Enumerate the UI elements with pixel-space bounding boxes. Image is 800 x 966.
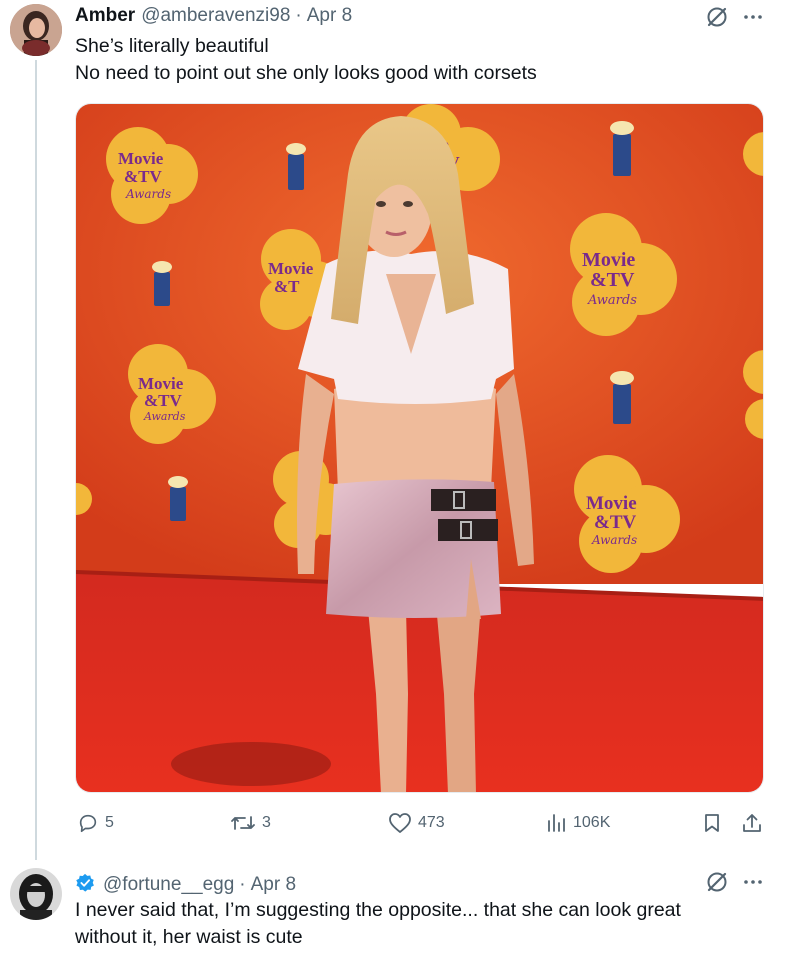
reply-icon (77, 812, 99, 834)
views-icon (545, 812, 567, 834)
avatar-image (10, 4, 62, 56)
tweet-action-bar: 5 3 473 106K (75, 812, 765, 838)
svg-text:Awards: Awards (125, 187, 171, 201)
svg-text:Movie: Movie (586, 493, 637, 514)
svg-text:Movie: Movie (268, 259, 314, 278)
reply-button[interactable]: 5 (77, 812, 114, 834)
reply-text-line: without it, her waist is cute (75, 926, 303, 948)
share-button[interactable] (741, 812, 763, 834)
grok-icon[interactable] (705, 5, 729, 29)
retweet-button[interactable]: 3 (230, 812, 271, 834)
svg-text:Movie: Movie (118, 149, 164, 168)
svg-text:Awards: Awards (591, 533, 637, 547)
svg-text:&T: &T (274, 277, 300, 296)
author-name[interactable]: Amber (75, 5, 135, 27)
reply-date[interactable]: Apr 8 (251, 874, 296, 896)
like-count: 473 (418, 814, 445, 831)
verified-badge-icon (75, 873, 95, 893)
like-button[interactable]: 473 (388, 812, 445, 834)
photo-image: Movie &TV Awards vie TV Movie &T Movie &… (76, 104, 763, 792)
share-icon (741, 812, 763, 834)
avatar-amber[interactable] (10, 4, 62, 56)
dot-separator: · (239, 874, 246, 895)
tweet-header: Amber @amberavenzi98 · Apr 8 (75, 5, 352, 27)
reply-header: @fortune__egg · Apr 8 (75, 870, 296, 896)
heart-icon (388, 812, 412, 834)
views-count: 106K (573, 814, 611, 831)
tweet-top-icons (705, 5, 765, 29)
bookmark-button[interactable] (701, 812, 723, 834)
avatar-image (10, 868, 62, 920)
reply-top-icons (705, 870, 765, 894)
svg-text:&TV: &TV (590, 269, 635, 291)
thread-line (35, 60, 37, 860)
svg-text:&TV: &TV (144, 391, 183, 410)
retweet-count: 3 (262, 814, 271, 831)
tweet-media-photo[interactable]: Movie &TV Awards vie TV Movie &T Movie &… (75, 103, 764, 793)
tweet-text-line: She’s literally beautiful (75, 35, 269, 57)
more-icon[interactable] (741, 5, 765, 29)
bookmark-icon (701, 812, 723, 834)
author-handle[interactable]: @amberavenzi98 (141, 5, 290, 27)
more-icon[interactable] (741, 870, 765, 894)
svg-text:&TV: &TV (594, 512, 637, 533)
tweet-text-line: No need to point out she only looks good… (75, 62, 537, 84)
svg-text:Awards: Awards (587, 293, 637, 308)
tweet-date[interactable]: Apr 8 (307, 5, 352, 27)
reply-text-line: I never said that, I’m suggesting the op… (75, 899, 681, 921)
reply-handle[interactable]: @fortune__egg (103, 874, 234, 896)
grok-icon[interactable] (705, 870, 729, 894)
reply-count: 5 (105, 814, 114, 831)
reply-text: I never said that, I’m suggesting the op… (75, 897, 681, 951)
retweet-icon (230, 812, 256, 834)
svg-text:Awards: Awards (143, 410, 186, 423)
avatar-fortune-egg[interactable] (10, 868, 62, 920)
dot-separator: · (295, 5, 302, 26)
tweet-text: She’s literally beautiful No need to poi… (75, 33, 537, 87)
views-button[interactable]: 106K (545, 812, 610, 834)
svg-text:&TV: &TV (124, 167, 163, 186)
svg-text:Movie: Movie (582, 249, 635, 271)
